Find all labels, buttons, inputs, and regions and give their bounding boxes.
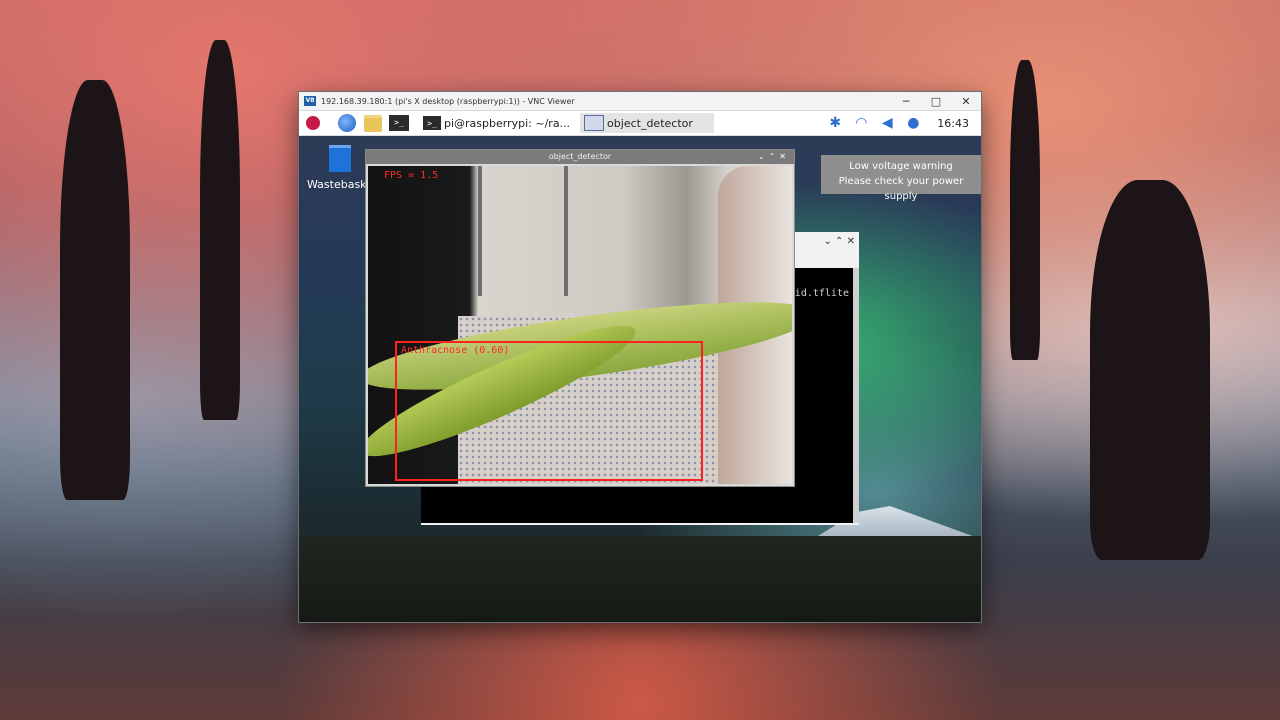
raspberry-menu-icon[interactable] [303,113,323,133]
minimize-button[interactable]: ─ [891,95,921,108]
close-button[interactable]: ✕ [951,95,981,108]
desktop-icon-wastebasket[interactable]: Wastebasket [307,145,378,191]
vnc-logo-icon: V8 [304,96,316,106]
object-detector-window-buttons[interactable]: ⌄⌃✕ [758,150,790,164]
tree-silhouette-left-2 [200,40,240,420]
vnc-viewer-window: V8 192.168.39.180:1 (pi's X desktop (ras… [299,92,981,622]
terminal-launcher-icon[interactable]: >_ [389,113,409,133]
file-manager-icon[interactable] [363,113,383,133]
taskbar-item-terminal[interactable]: >_ pi@raspberrypi: ~/ra... [419,113,574,133]
chair-leg [478,166,482,296]
taskbar-item-object-detector[interactable]: object_detector [580,113,715,133]
vnc-titlebar[interactable]: V8 192.168.39.180:1 (pi's X desktop (ras… [299,92,981,111]
camera-frame: FPS = 1.5 Anthracnose (0.60) [368,166,792,484]
clock[interactable]: 16:43 [937,117,969,130]
bluetooth-icon[interactable]: ✱ [827,115,843,131]
object-detector-window[interactable]: object_detector ⌄⌃✕ FPS = 1.5 Anthracnos… [366,150,794,486]
microphone-icon[interactable]: ● [905,115,921,131]
wallpaper-ground [299,536,981,622]
pi-taskbar: >_ >_ pi@raspberrypi: ~/ra... object_det… [299,111,981,136]
taskbar-item-object-detector-label: object_detector [607,116,693,130]
notification-title: Low voltage warning [849,161,953,172]
remote-desktop[interactable]: >_ >_ pi@raspberrypi: ~/ra... object_det… [299,111,981,622]
tree-silhouette-left [60,80,130,500]
vnc-window-title: 192.168.39.180:1 (pi's X desktop (raspbe… [321,96,575,106]
maximize-button[interactable]: □ [921,95,951,108]
web-browser-icon[interactable] [337,113,357,133]
volume-icon[interactable]: ◀ [879,115,895,131]
tree-silhouette-right [1090,180,1210,560]
fps-readout: FPS = 1.5 [384,170,439,181]
system-tray: ✱ ◠ ◀ ● 16:43 [827,115,981,131]
desktop-icon-label: Wastebasket [307,178,378,191]
detection-label: Anthracnose (0.60) [401,345,510,356]
notification-message: Please check your power supply [838,176,964,202]
object-detector-titlebar[interactable]: object_detector ⌄⌃✕ [366,150,794,164]
detection-bounding-box: Anthracnose (0.60) [395,341,703,481]
wifi-icon[interactable]: ◠ [853,115,869,131]
taskbar-item-terminal-label: pi@raspberrypi: ~/ra... [444,116,571,130]
window-icon [584,115,605,131]
low-voltage-notification[interactable]: Low voltage warning Please check your po… [821,155,981,202]
terminal-text: oid.tflite [788,288,849,299]
trash-icon [329,145,351,172]
terminal-scrollbar[interactable] [853,268,859,523]
terminal-icon: >_ [423,116,441,130]
object-detector-title: object_detector [548,152,612,161]
tree-silhouette-right-2 [1010,60,1040,360]
chair-leg-2 [564,166,568,296]
